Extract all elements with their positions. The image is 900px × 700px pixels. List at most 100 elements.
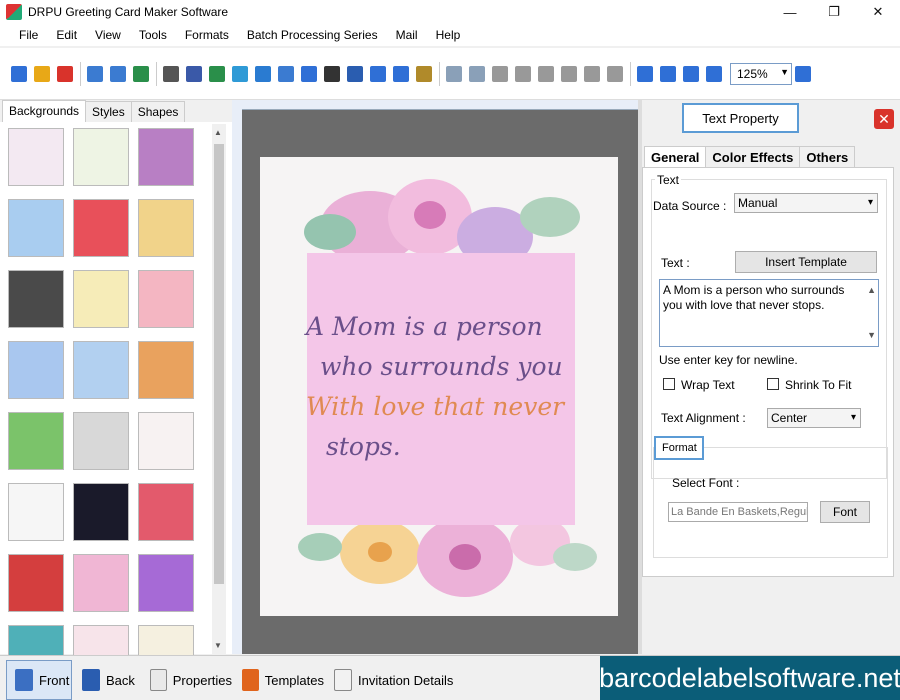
fit-icon[interactable]: [680, 63, 702, 85]
background-thumbnail[interactable]: [8, 554, 64, 612]
tab-color-effects[interactable]: Color Effects: [705, 146, 801, 168]
background-thumbnail[interactable]: [8, 412, 64, 470]
pencil-icon[interactable]: [252, 63, 274, 85]
background-thumbnail[interactable]: [73, 270, 129, 328]
art-text-icon[interactable]: [344, 63, 366, 85]
text-alignment-select[interactable]: Center ▾: [767, 408, 861, 428]
new-icon[interactable]: [8, 63, 30, 85]
menu-file[interactable]: File: [10, 24, 47, 46]
text-input[interactable]: A Mom is a person who surrounds you with…: [659, 279, 879, 347]
export-icon[interactable]: [130, 63, 152, 85]
menu-view[interactable]: View: [86, 24, 130, 46]
menu-help[interactable]: Help: [427, 24, 470, 46]
copy-icon[interactable]: [512, 63, 534, 85]
background-thumbnail[interactable]: [138, 554, 194, 612]
background-thumbnail[interactable]: [73, 554, 129, 612]
menu-formats[interactable]: Formats: [176, 24, 238, 46]
undo-icon[interactable]: [443, 63, 465, 85]
background-thumbnail[interactable]: [138, 341, 194, 399]
background-thumbnail[interactable]: [8, 270, 64, 328]
menu-tools[interactable]: Tools: [130, 24, 176, 46]
send-back-icon[interactable]: [604, 63, 626, 85]
textarea-scroll-up-icon[interactable]: ▲: [867, 283, 876, 298]
background-thumbnail[interactable]: [138, 199, 194, 257]
text-icon[interactable]: [298, 63, 320, 85]
line-icon-glyph: [393, 65, 409, 82]
save-icon[interactable]: [84, 63, 106, 85]
copy-icon-glyph: [515, 65, 531, 82]
grid-icon[interactable]: [634, 63, 656, 85]
picture-icon[interactable]: [229, 63, 251, 85]
close-window-button[interactable]: ✕: [856, 0, 900, 24]
restore-button[interactable]: ❐: [812, 0, 856, 24]
save-as-icon[interactable]: [107, 63, 129, 85]
font-button[interactable]: Font: [820, 501, 870, 523]
delete-icon[interactable]: [558, 63, 580, 85]
close-panel-button[interactable]: ✕: [874, 109, 894, 129]
signature-icon[interactable]: [367, 63, 389, 85]
print-icon[interactable]: [160, 63, 182, 85]
card-message[interactable]: A Mom is a person who surrounds you With…: [306, 307, 606, 467]
invitation-details-button[interactable]: Invitation Details: [326, 660, 456, 700]
wrap-text-checkbox[interactable]: [663, 378, 675, 390]
image-icon[interactable]: [206, 63, 228, 85]
greeting-card[interactable]: A Mom is a person who surrounds you With…: [260, 157, 618, 616]
background-thumbnail[interactable]: [8, 128, 64, 186]
minimize-button[interactable]: —: [768, 0, 812, 24]
paste-icon[interactable]: [535, 63, 557, 85]
cut-icon[interactable]: [489, 63, 511, 85]
database-icon[interactable]: [413, 63, 435, 85]
left-panel-scrollbar[interactable]: ▲ ▼: [212, 124, 226, 654]
background-thumbnail[interactable]: [138, 270, 194, 328]
tab-shapes[interactable]: Shapes: [130, 101, 186, 122]
background-thumbnail[interactable]: [73, 341, 129, 399]
templates-button[interactable]: Templates: [234, 660, 324, 700]
text-alignment-value: Center: [771, 411, 808, 425]
insert-template-button[interactable]: Insert Template: [735, 251, 877, 273]
background-thumbnail[interactable]: [73, 412, 129, 470]
chevron-down-icon: ▼: [780, 66, 789, 77]
tab-general[interactable]: General: [644, 146, 707, 168]
barcode-icon[interactable]: [321, 63, 343, 85]
background-thumbnail[interactable]: [8, 199, 64, 257]
background-thumbnail[interactable]: [138, 483, 194, 541]
menu-batch-processing[interactable]: Batch Processing Series: [238, 24, 387, 46]
actual-size-icon[interactable]: [657, 63, 679, 85]
background-thumbnail[interactable]: [73, 199, 129, 257]
scroll-down-icon[interactable]: ▼: [214, 641, 222, 650]
tab-styles[interactable]: Styles: [85, 101, 132, 122]
background-thumbnail[interactable]: [8, 483, 64, 541]
tab-backgrounds[interactable]: Backgrounds: [2, 100, 87, 122]
front-button[interactable]: Front: [6, 660, 72, 700]
save-as-icon-glyph: [110, 65, 126, 82]
scroll-up-icon[interactable]: ▲: [214, 128, 222, 137]
shrink-to-fit-checkbox[interactable]: [767, 378, 779, 390]
tab-others[interactable]: Others: [799, 146, 856, 168]
properties-button[interactable]: Properties: [142, 660, 232, 700]
background-thumbnail[interactable]: [138, 128, 194, 186]
zoom-out-icon[interactable]: [792, 63, 814, 85]
data-source-select[interactable]: Manual ▾: [734, 193, 878, 213]
menu-edit[interactable]: Edit: [47, 24, 86, 46]
zoom-in-icon[interactable]: [703, 63, 725, 85]
background-thumbnail[interactable]: [73, 128, 129, 186]
redo-icon[interactable]: [466, 63, 488, 85]
background-thumbnail[interactable]: [73, 483, 129, 541]
back-label: Back: [106, 672, 135, 688]
background-thumbnail[interactable]: [8, 341, 64, 399]
zoom-select[interactable]: 125% ▼: [730, 62, 792, 85]
textarea-scroll-down-icon[interactable]: ▼: [867, 328, 876, 343]
background-thumbnail[interactable]: [138, 412, 194, 470]
back-button[interactable]: Back: [74, 660, 140, 700]
newline-hint: Use enter key for newline.: [659, 353, 798, 367]
scroll-thumb[interactable]: [214, 144, 224, 584]
shape-icon[interactable]: [275, 63, 297, 85]
open-icon[interactable]: [31, 63, 53, 85]
export-icon-glyph: [133, 65, 149, 82]
close-icon[interactable]: [54, 63, 76, 85]
redo-icon-glyph: [469, 65, 485, 82]
print-preview-icon[interactable]: [183, 63, 205, 85]
bring-front-icon[interactable]: [581, 63, 603, 85]
line-icon[interactable]: [390, 63, 412, 85]
menu-mail[interactable]: Mail: [387, 24, 427, 46]
